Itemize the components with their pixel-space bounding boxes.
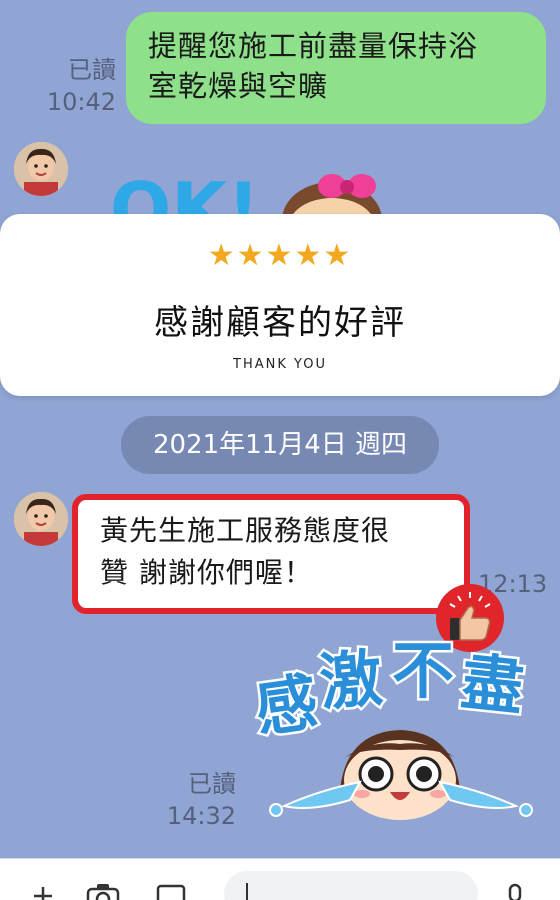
- read-label: 已讀: [68, 56, 116, 84]
- image-icon[interactable]: [156, 883, 186, 900]
- review-title: 感謝顧客的好評: [154, 303, 406, 343]
- review-card: ★★★★★ 感謝顧客的好評 THANK YOU: [0, 214, 560, 396]
- message-time: 10:42: [46, 88, 116, 116]
- svg-text:盡: 盡: [458, 645, 527, 724]
- read-label: 已讀: [188, 770, 236, 798]
- chat-area: 已讀 10:42 提醒您施工前盡量保持浴 室乾燥與空曠 OK! ★★★★★ 感謝…: [0, 0, 560, 858]
- message-time: 14:32: [166, 802, 236, 830]
- mic-icon[interactable]: [504, 883, 526, 900]
- avatar-photo-icon: [14, 492, 68, 546]
- camera-icon[interactable]: [86, 883, 120, 900]
- plus-icon[interactable]: [30, 883, 56, 900]
- gratitude-sticker[interactable]: 感 激 不 盡: [248, 632, 540, 820]
- review-subtitle: THANK YOU: [233, 357, 327, 372]
- avatar[interactable]: [14, 492, 68, 546]
- message-text-line: 室乾燥與空曠: [148, 69, 329, 103]
- rating-stars: ★★★★★: [207, 238, 353, 273]
- svg-text:感: 感: [251, 665, 323, 746]
- input-bar: [0, 858, 560, 900]
- svg-text:激: 激: [317, 641, 385, 719]
- read-receipt: 已讀 10:42: [40, 54, 116, 118]
- outgoing-message-bubble[interactable]: 提醒您施工前盡量保持浴 室乾燥與空曠: [126, 12, 546, 124]
- message-input[interactable]: [224, 871, 478, 900]
- avatar[interactable]: [14, 142, 68, 196]
- crying-face-sticker-icon: 感 激 不 盡: [248, 632, 533, 820]
- highlight-frame: [72, 494, 470, 614]
- read-receipt: 已讀 14:32: [160, 768, 236, 832]
- avatar-photo-icon: [14, 142, 68, 196]
- message-text-line: 提醒您施工前盡量保持浴: [148, 29, 479, 63]
- date-separator: 2021年11月4日 週四: [121, 416, 439, 474]
- svg-text:不: 不: [392, 640, 454, 707]
- text-caret: [246, 883, 248, 900]
